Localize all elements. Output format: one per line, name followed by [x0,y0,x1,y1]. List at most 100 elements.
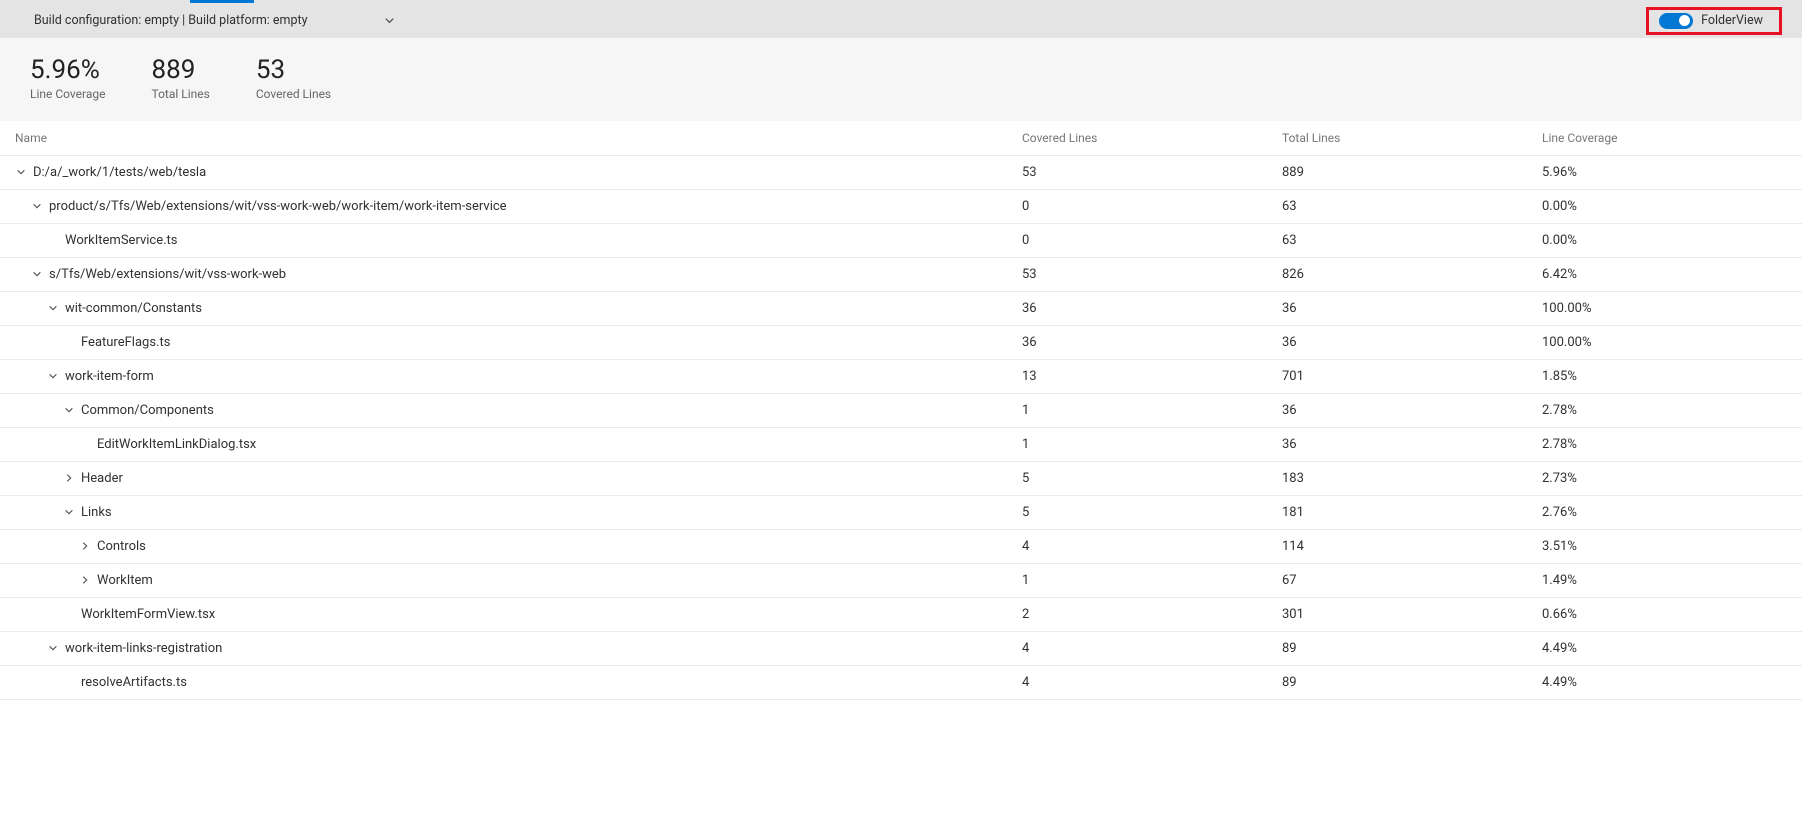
chevron-right-icon[interactable] [79,541,91,551]
row-name-text: D:/a/_work/1/tests/web/tesla [33,165,206,180]
chevron-down-icon[interactable] [63,507,75,517]
table-row[interactable]: Links51812.76% [0,496,1802,530]
row-name-text: Controls [97,539,146,554]
cell-name: WorkItemService.ts [15,233,1022,248]
table-row[interactable]: WorkItemService.ts0630.00% [0,224,1802,258]
cell-covered-lines: 4 [1022,675,1282,690]
cell-total-lines: 36 [1282,437,1542,452]
chevron-right-icon[interactable] [79,575,91,585]
table-row[interactable]: wit-common/Constants3636100.00% [0,292,1802,326]
cell-covered-lines: 36 [1022,301,1282,316]
table-row[interactable]: work-item-form137011.85% [0,360,1802,394]
cell-total-lines: 889 [1282,165,1542,180]
cell-name: work-item-links-registration [15,641,1022,656]
cell-line-coverage: 2.73% [1542,471,1802,486]
chevron-down-icon[interactable] [31,269,43,279]
table-row[interactable]: resolveArtifacts.ts4894.49% [0,666,1802,700]
row-name-text: Header [81,471,123,486]
cell-total-lines: 114 [1282,539,1542,554]
table-row[interactable]: WorkItem1671.49% [0,564,1802,598]
table-row[interactable]: WorkItemFormView.tsx 23010.66% [0,598,1802,632]
line-coverage-label: Line Coverage [30,87,105,101]
total-lines-value: 889 [151,56,209,85]
cell-covered-lines: 1 [1022,403,1282,418]
row-name-text: WorkItemService.ts [65,233,178,248]
row-name-text: WorkItemFormView.tsx [81,607,215,622]
summary-total-lines: 889 Total Lines [151,56,209,101]
chevron-down-icon[interactable] [15,167,27,177]
cell-covered-lines: 2 [1022,607,1282,622]
header-name[interactable]: Name [15,131,1022,145]
chevron-down-icon[interactable] [47,643,59,653]
covered-lines-value: 53 [256,56,331,85]
coverage-summary: 5.96% Line Coverage 889 Total Lines 53 C… [0,38,1802,121]
chevron-right-icon[interactable] [63,473,75,483]
table-row[interactable]: Common/Components 1362.78% [0,394,1802,428]
cell-name: Links [15,505,1022,520]
cell-line-coverage: 0.00% [1542,233,1802,248]
cell-line-coverage: 100.00% [1542,301,1802,316]
cell-total-lines: 301 [1282,607,1542,622]
table-row[interactable]: Header 51832.73% [0,462,1802,496]
header-line-coverage[interactable]: Line Coverage [1542,131,1802,145]
cell-total-lines: 826 [1282,267,1542,282]
cell-name: s/Tfs/Web/extensions/wit/vss-work-web [15,267,1022,282]
cell-total-lines: 36 [1282,301,1542,316]
cell-line-coverage: 3.51% [1542,539,1802,554]
cell-total-lines: 701 [1282,369,1542,384]
cell-name: Common/Components [15,403,1022,418]
chevron-down-icon[interactable] [31,201,43,211]
row-name-text: resolveArtifacts.ts [81,675,187,690]
cell-name: D:/a/_work/1/tests/web/tesla [15,165,1022,180]
header-total-lines[interactable]: Total Lines [1282,131,1542,145]
row-name-text: wit-common/Constants [65,301,202,316]
cell-line-coverage: 5.96% [1542,165,1802,180]
folder-view-label: FolderView [1701,13,1763,28]
cell-line-coverage: 2.78% [1542,403,1802,418]
cell-total-lines: 181 [1282,505,1542,520]
chevron-down-icon[interactable] [384,15,395,26]
cell-covered-lines: 53 [1022,165,1282,180]
cell-total-lines: 36 [1282,403,1542,418]
cell-line-coverage: 1.85% [1542,369,1802,384]
cell-covered-lines: 1 [1022,573,1282,588]
row-name-text: EditWorkItemLinkDialog.tsx [97,437,256,452]
folder-view-toggle[interactable] [1659,13,1693,29]
cell-total-lines: 183 [1282,471,1542,486]
table-row[interactable]: s/Tfs/Web/extensions/wit/vss-work-web538… [0,258,1802,292]
cell-name: resolveArtifacts.ts [15,675,1022,690]
cell-total-lines: 63 [1282,233,1542,248]
cell-line-coverage: 4.49% [1542,675,1802,690]
header-covered-lines[interactable]: Covered Lines [1022,131,1282,145]
table-row[interactable]: work-item-links-registration4894.49% [0,632,1802,666]
cell-line-coverage: 4.49% [1542,641,1802,656]
chevron-down-icon[interactable] [47,371,59,381]
cell-total-lines: 63 [1282,199,1542,214]
cell-covered-lines: 5 [1022,471,1282,486]
coverage-tree: D:/a/_work/1/tests/web/tesla538895.96%pr… [0,156,1802,700]
row-name-text: Links [81,505,112,520]
cell-line-coverage: 6.42% [1542,267,1802,282]
cell-covered-lines: 53 [1022,267,1282,282]
cell-line-coverage: 1.49% [1542,573,1802,588]
cell-line-coverage: 2.78% [1542,437,1802,452]
table-row[interactable]: FeatureFlags.ts3636100.00% [0,326,1802,360]
total-lines-label: Total Lines [151,87,209,101]
table-row[interactable]: Controls41143.51% [0,530,1802,564]
line-coverage-value: 5.96% [30,56,105,85]
row-name-text: Common/Components [81,403,214,418]
build-config-text: Build configuration: empty | Build platf… [34,13,308,28]
table-row[interactable]: D:/a/_work/1/tests/web/tesla 538895.96% [0,156,1802,190]
cell-total-lines: 89 [1282,641,1542,656]
cell-covered-lines: 13 [1022,369,1282,384]
cell-line-coverage: 2.76% [1542,505,1802,520]
table-header: Name Covered Lines Total Lines Line Cove… [0,121,1802,156]
folder-view-toggle-wrap: FolderView [1646,7,1782,35]
table-row[interactable]: EditWorkItemLinkDialog.tsx1362.78% [0,428,1802,462]
chevron-down-icon[interactable] [63,405,75,415]
cell-name: WorkItem [15,573,1022,588]
chevron-down-icon[interactable] [47,303,59,313]
cell-line-coverage: 0.66% [1542,607,1802,622]
row-name-text: product/s/Tfs/Web/extensions/wit/vss-wor… [49,199,507,214]
table-row[interactable]: product/s/Tfs/Web/extensions/wit/vss-wor… [0,190,1802,224]
